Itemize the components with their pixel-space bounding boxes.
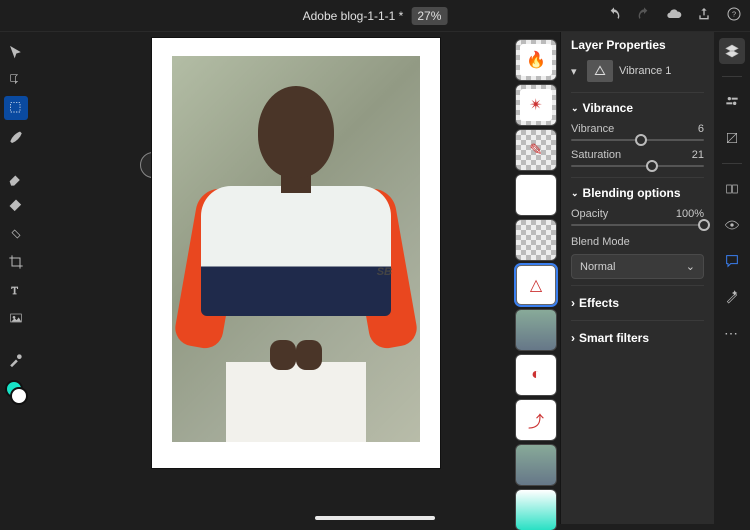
transform-tool[interactable] xyxy=(4,68,28,92)
place-image-tool[interactable] xyxy=(4,306,28,330)
background-color[interactable] xyxy=(10,387,28,405)
layer-thumb[interactable]: ✎ xyxy=(516,130,556,170)
toolbar-divider xyxy=(4,334,28,344)
layer-thumb[interactable] xyxy=(516,220,556,260)
color-swatches[interactable] xyxy=(5,380,27,404)
layer-thumb[interactable] xyxy=(516,490,556,530)
heal-tool[interactable] xyxy=(4,222,28,246)
svg-text:?: ? xyxy=(732,10,736,19)
cloud-icon[interactable] xyxy=(666,6,682,25)
more-panel-button[interactable]: ⋯ xyxy=(719,320,745,346)
chevron-down-icon[interactable]: ▾ xyxy=(571,65,581,78)
brush-tool[interactable] xyxy=(4,124,28,148)
section-blending: ⌄Blending options Opacity100% Blend Mode… xyxy=(571,177,704,279)
layer-thumb[interactable]: △ xyxy=(516,265,556,305)
properties-panel: Layer Properties ▾ Vibrance 1 ⌄Vibrance … xyxy=(560,32,714,524)
comments-panel-button[interactable] xyxy=(719,248,745,274)
slider-vibrance[interactable]: Vibrance6 xyxy=(571,123,704,141)
toolbar-divider xyxy=(4,152,28,162)
share-icon[interactable] xyxy=(696,6,712,25)
layer-thumb[interactable] xyxy=(516,445,556,485)
blendmode-label: Blend Mode xyxy=(571,236,704,248)
chevron-right-icon: › xyxy=(571,331,575,345)
learn-panel-button[interactable] xyxy=(719,176,745,202)
section-vibrance: ⌄Vibrance Vibrance6 Saturation21 xyxy=(571,92,704,167)
eye-panel-button[interactable] xyxy=(719,212,745,238)
fill-tool[interactable] xyxy=(4,194,28,218)
redo-icon[interactable] xyxy=(636,6,652,25)
selection-tool[interactable] xyxy=(4,96,28,120)
eyedropper-tool[interactable] xyxy=(4,348,28,372)
layer-thumb[interactable]: ⤴ xyxy=(516,400,556,440)
blendmode-select[interactable]: Normal ⌄ xyxy=(571,254,704,279)
section-effects[interactable]: ›Effects xyxy=(571,285,704,314)
more-icon: ⋯ xyxy=(724,325,740,342)
zoom-level[interactable]: 27% xyxy=(411,7,447,25)
layer-thumbnails[interactable]: 🔥◉✴◉✎◉◉◉△◉◉◐◉⤴◉◉◉ xyxy=(516,40,560,530)
svg-text:T: T xyxy=(11,286,18,297)
layer-name[interactable]: Vibrance 1 xyxy=(619,65,671,77)
crop-tool[interactable] xyxy=(4,250,28,274)
chevron-right-icon: › xyxy=(571,296,575,310)
layer-thumb[interactable]: ◐ xyxy=(516,355,556,395)
slider-opacity[interactable]: Opacity100% xyxy=(571,208,704,226)
undo-icon[interactable] xyxy=(606,6,622,25)
layer-type-icon xyxy=(587,60,613,82)
home-indicator xyxy=(315,516,435,520)
right-icon-strip: ⋯ xyxy=(714,32,750,524)
shirt-logo: SB xyxy=(377,266,392,278)
slider-saturation[interactable]: Saturation21 xyxy=(571,149,704,167)
section-smart-filters[interactable]: ›Smart filters xyxy=(571,320,704,349)
help-icon[interactable]: ? xyxy=(726,6,742,25)
layer-thumb[interactable]: ✴ xyxy=(516,85,556,125)
document-title: Adobe blog-1-1-1 * xyxy=(303,9,404,23)
chevron-down-icon: ⌄ xyxy=(686,260,695,273)
chevron-down-icon: ⌄ xyxy=(571,103,579,114)
chevron-down-icon: ⌄ xyxy=(571,188,579,199)
canvas[interactable]: SB xyxy=(32,32,560,524)
section-header-blending[interactable]: ⌄Blending options xyxy=(571,186,704,200)
properties-panel-button[interactable] xyxy=(719,89,745,115)
photo-layer: SB xyxy=(172,56,420,442)
layer-thumb[interactable] xyxy=(516,175,556,215)
eraser-tool[interactable] xyxy=(4,166,28,190)
layers-panel-button[interactable] xyxy=(719,38,745,64)
section-header-vibrance[interactable]: ⌄Vibrance xyxy=(571,101,704,115)
adjustments-panel-button[interactable] xyxy=(719,125,745,151)
type-tool[interactable]: T xyxy=(4,278,28,302)
layer-thumb[interactable]: 🔥 xyxy=(516,40,556,80)
wand-panel-button[interactable] xyxy=(719,284,745,310)
panel-title: Layer Properties xyxy=(571,38,704,52)
layer-thumb[interactable] xyxy=(516,310,556,350)
move-tool[interactable] xyxy=(4,40,28,64)
document[interactable]: SB xyxy=(152,38,440,468)
